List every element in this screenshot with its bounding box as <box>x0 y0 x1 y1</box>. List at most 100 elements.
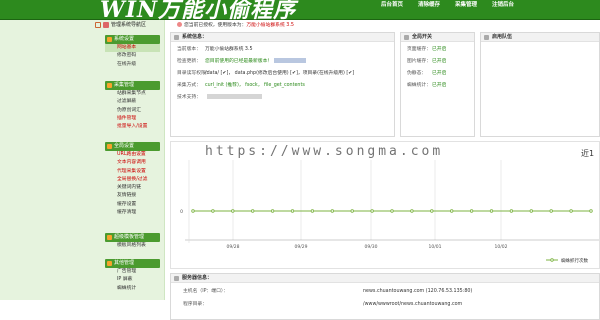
spider-chart-panel: 近1 09/28 09/29 09/30 10/01 10/02 0 蜘蛛抓行次数 <box>170 141 600 269</box>
sidebar-title-text: 管理系统导航区 <box>111 22 147 28</box>
panel-header: 全局开关 <box>401 33 474 42</box>
switch-status[interactable]: 已开启 <box>432 71 446 76</box>
group-header-system[interactable]: 系统设置 <box>105 35 160 44</box>
top-header: WIN万能小偷程序 后台首页 清除缓存 采集管理 注销后台 <box>0 0 600 23</box>
nav-logout[interactable]: 注销后台 <box>486 0 520 10</box>
series-point <box>489 209 494 213</box>
row-value: news.chuantouwang.com (120.76.53.135:80) <box>363 289 473 294</box>
row-key: 伪静态： <box>407 71 427 76</box>
group-label: 其他管理 <box>114 260 135 266</box>
series-point <box>231 209 235 213</box>
series-point <box>350 209 354 213</box>
sidebar-item-password[interactable]: 修改密码 <box>105 52 160 60</box>
row-key: 程序目录： <box>183 302 207 307</box>
sidebar-item-keyword-links[interactable]: 关键词内链 <box>105 184 160 192</box>
sidebar-item-spider-stats[interactable]: 蜘蛛统计 <box>105 285 160 293</box>
series-point <box>390 209 394 213</box>
row-key: 目录读写权限： <box>177 71 211 76</box>
group-header-template[interactable]: 超级模板管理 <box>105 233 160 242</box>
series-point <box>410 209 414 213</box>
row-value: 您目前使用的已经是最新版本！ <box>205 59 273 64</box>
switch-row-image-cache: 图片缓存：已开启 <box>407 57 446 67</box>
series-point <box>310 209 315 213</box>
sidebar-item-friend-links[interactable]: 友情链接 <box>105 192 160 200</box>
switch-status[interactable]: 已开启 <box>432 47 446 52</box>
sidebar-item-site-basic[interactable]: 网站基本 <box>105 44 160 53</box>
sidebar-item-proxy[interactable]: 代理采集设置 <box>105 168 160 176</box>
switch-icon <box>404 35 409 40</box>
watermark: https://www.songma.com <box>205 144 444 159</box>
group-header-other[interactable]: 其他管理 <box>105 259 160 268</box>
row-key: 采集方式： <box>177 83 201 88</box>
nav-clear-cache[interactable]: 清除缓存 <box>412 0 446 10</box>
row-key: 检查更新： <box>177 59 201 64</box>
redacted-block <box>207 94 262 99</box>
x-tick-label: 09/30 <box>365 244 378 250</box>
sidebar-item-pseudo[interactable]: 伪原创词汇 <box>105 107 160 115</box>
group-header-global[interactable]: 全局设置 <box>105 142 160 151</box>
sidebar-item-ip-block[interactable]: IP 屏蔽 <box>105 276 160 284</box>
series-point <box>430 209 434 213</box>
sidebar-item-text-call[interactable]: 文本内容调用 <box>105 159 160 167</box>
series-point <box>370 209 374 213</box>
switch-status[interactable]: 已开启 <box>432 83 446 88</box>
sidebar-item-cache-clear[interactable]: 缓存清理 <box>105 209 160 217</box>
sidebar-title: 管理系统导航区 <box>95 20 165 30</box>
x-tick-label: 09/28 <box>227 244 240 250</box>
group-other: 其他管理 广告管理 IP 屏蔽 蜘蛛统计 <box>105 259 160 293</box>
row-key: 页面缓存： <box>407 47 431 52</box>
row-key: 图片缓存： <box>407 59 431 64</box>
info-row-support: 技术支持： <box>177 93 262 103</box>
sidebar-item-nodes[interactable]: 站群采集节点 <box>105 90 160 98</box>
server-info-panel: 服务器信息： 主机名（IP：端口）： news.chuantouwang.com … <box>170 273 600 320</box>
sidebar-item-replace[interactable]: 全局替换/过滤 <box>105 176 160 184</box>
panel-title: 启用队伍 <box>492 34 513 40</box>
sidebar-item-filter[interactable]: 过滤屏蔽 <box>105 98 160 106</box>
top-nav: 后台首页 清除缓存 采集管理 注销后台 <box>375 0 523 20</box>
row-key: 主机名（IP：端口）： <box>183 289 229 294</box>
menu-icon <box>103 22 109 28</box>
info-row-update: 检查更新： 您目前使用的已经是最新版本！ <box>177 57 307 67</box>
series-point <box>290 209 295 213</box>
row-value: 万能小偷站群系统 3.5 <box>205 47 253 52</box>
row-value: /www/wwwroot/news.chuantouwang.com <box>363 302 463 307</box>
group-system: 系统设置 网站基本 修改密码 在线升级 <box>105 35 160 69</box>
global-switch-panel: 全局开关 页面缓存：已开启 图片缓存：已开启 伪静态： 已开启 蜘蛛统计：已开启 <box>400 32 475 137</box>
switch-row-rewrite: 伪静态： 已开启 <box>407 69 446 79</box>
sidebar-item-templates[interactable]: 模板风格列表 <box>105 242 160 250</box>
nav-home[interactable]: 后台首页 <box>375 0 409 10</box>
panel-title: 全局开关 <box>412 34 433 40</box>
server-icon <box>174 276 179 281</box>
group-header-collect[interactable]: 采集管理 <box>105 81 160 90</box>
pin-icon <box>95 22 101 28</box>
row-key: 技术支持： <box>177 95 201 100</box>
series-point <box>191 209 195 213</box>
group-label: 全局设置 <box>114 143 135 149</box>
nav-collect[interactable]: 采集管理 <box>449 0 483 10</box>
other-icon <box>107 261 112 266</box>
x-tick-label: 10/01 <box>429 244 442 250</box>
proxy-panel: 启用队伍 <box>480 32 600 137</box>
switch-status[interactable]: 已开启 <box>432 59 446 64</box>
sidebar-item-plugins[interactable]: 插件管理 <box>105 115 160 123</box>
chart-title: 近1 <box>581 148 594 158</box>
proxy-icon <box>484 35 489 40</box>
server-row-dir: 程序目录： /www/wwwroot/news.chuantouwang.com <box>183 299 462 310</box>
series-point <box>529 209 533 213</box>
sidebar-item-upgrade[interactable]: 在线升级 <box>105 61 160 69</box>
info-row-version: 当前版本： 万能小偷站群系统 3.5 <box>177 45 253 55</box>
panel-header: 服务器信息： <box>171 274 599 283</box>
row-key: 蜘蛛统计： <box>407 83 431 88</box>
info-row-method: 采集方式： curl_init (推荐)， fsock， file_get_con… <box>177 81 305 91</box>
template-icon <box>107 235 112 240</box>
legend-swatch-point <box>550 258 554 262</box>
series-point <box>250 209 255 213</box>
license-notice: 您当前已授权，使用版本为：万能小偷站群系统 3.5 <box>177 21 294 31</box>
sidebar-item-batch[interactable]: 批量导入/设置 <box>105 123 160 131</box>
x-tick-label: 10/02 <box>495 244 508 250</box>
sidebar-item-url-route[interactable]: URL路由设置 <box>105 151 160 159</box>
collect-icon <box>107 83 112 88</box>
sidebar-item-ads[interactable]: 广告管理 <box>105 268 160 276</box>
sidebar-item-cache-set[interactable]: 缓存设置 <box>105 201 160 209</box>
series-point <box>509 209 514 213</box>
